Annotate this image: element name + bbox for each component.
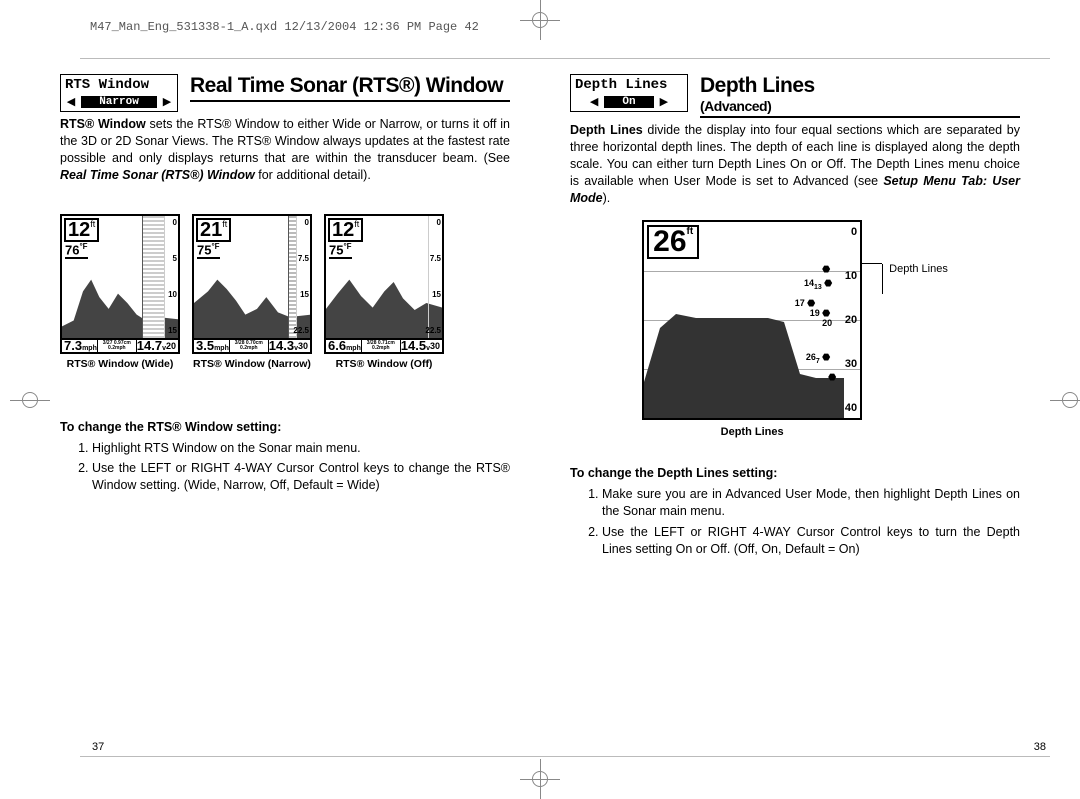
- section-title-depth: Depth Lines (Advanced): [700, 74, 1020, 118]
- menu-value: On: [604, 96, 653, 108]
- left-arrow-icon: ◀: [590, 95, 598, 109]
- crop-mark-top: [520, 0, 560, 40]
- crop-mark-bottom: [520, 759, 560, 799]
- list-item: Highlight RTS Window on the Sonar main m…: [92, 440, 510, 457]
- menu-title: Depth Lines: [571, 75, 687, 95]
- trip-info: 3/27 0.97cm 0.2mph: [97, 339, 137, 353]
- sonar-screenshot-narrow: 21ft 75°F 0 7.5 15 22.5 3: [192, 214, 312, 354]
- instruction-list: Make sure you are in Advanced User Mode,…: [570, 486, 1020, 558]
- section-subtitle: (Advanced): [700, 98, 1020, 114]
- crop-mark-left: [10, 380, 50, 420]
- menu-value: Narrow: [81, 96, 157, 108]
- depthlines-menu-box: Depth Lines ◀ On ▶: [570, 74, 688, 112]
- page-number-left: 37: [92, 741, 104, 753]
- instruction-heading: To change the Depth Lines setting:: [570, 466, 1020, 480]
- section-title-rts: Real Time Sonar (RTS®) Window: [190, 74, 510, 102]
- right-column: Depth Lines ◀ On ▶ Depth Lines (Advanced…: [570, 74, 1020, 562]
- left-column: RTS Window ◀ Narrow ▶ Real Time Sonar (R…: [60, 74, 510, 562]
- depth-annotation: Depth Lines: [882, 264, 948, 294]
- list-item: Use the LEFT or RIGHT 4-WAY Cursor Contr…: [92, 460, 510, 494]
- fish-icon: 1413 ⬣: [804, 278, 832, 291]
- left-arrow-icon: ◀: [67, 95, 75, 109]
- depth-caption: Depth Lines: [642, 426, 862, 438]
- sonar-screenshot-wide: 12ft 76°F 0 5 10 15 7.3mp: [60, 214, 180, 354]
- rts-menu-box: RTS Window ◀ Narrow ▶: [60, 74, 178, 112]
- depth-lines-screenshot: 26ft ⬣ 1413 ⬣ 17 ⬣ 19 ⬣ 20 267 ⬣ ⬣: [642, 220, 862, 420]
- sonar-row: 12ft 76°F 0 5 10 15 7.3mp: [60, 214, 510, 370]
- rts-body-text: RTS® Window sets the RTS® Window to eith…: [60, 116, 510, 184]
- sonar-caption: RTS® Window (Wide): [60, 358, 180, 370]
- list-item: Use the LEFT or RIGHT 4-WAY Cursor Contr…: [602, 524, 1020, 558]
- menu-title: RTS Window: [61, 75, 177, 95]
- instruction-heading: To change the RTS® Window setting:: [60, 420, 510, 434]
- sonar-caption: RTS® Window (Off): [324, 358, 444, 370]
- crop-mark-right: [1050, 380, 1080, 420]
- right-arrow-icon: ▶: [660, 95, 668, 109]
- list-item: Make sure you are in Advanced User Mode,…: [602, 486, 1020, 520]
- trim-line: [80, 58, 1050, 59]
- depth-body-text: Depth Lines divide the display into four…: [570, 122, 1020, 206]
- instruction-list: Highlight RTS Window on the Sonar main m…: [60, 440, 510, 495]
- right-arrow-icon: ▶: [163, 95, 171, 109]
- trim-line: [80, 756, 1050, 757]
- page-number-right: 38: [1034, 741, 1046, 753]
- sonar-screenshot-off: 12ft 75°F 0 7.5 15 22.5 6.6mph: [324, 214, 444, 354]
- sonar-caption: RTS® Window (Narrow): [192, 358, 312, 370]
